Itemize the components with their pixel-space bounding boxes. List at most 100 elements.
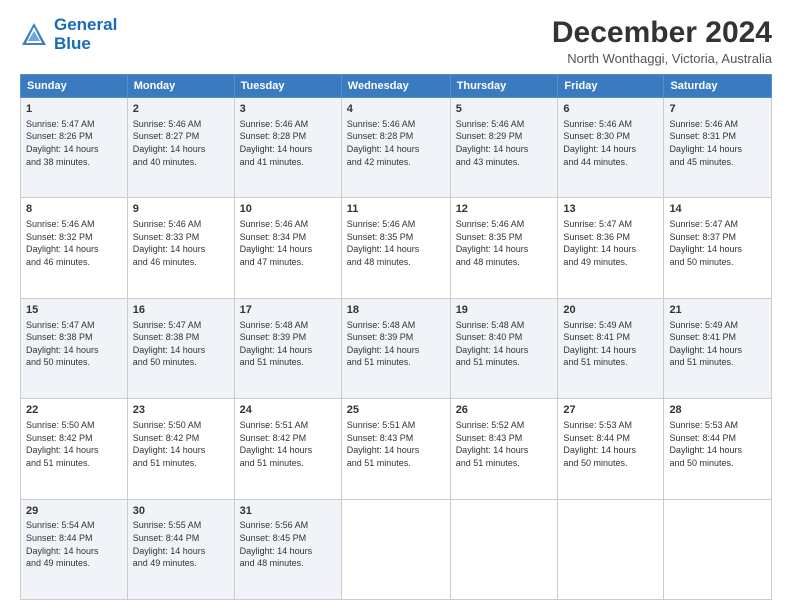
day-info: Sunrise: 5:46 AM Sunset: 8:31 PM Dayligh… xyxy=(669,118,766,168)
day-number: 19 xyxy=(456,303,553,318)
day-number: 27 xyxy=(563,403,658,418)
day-number: 30 xyxy=(133,504,229,519)
day-info: Sunrise: 5:55 AM Sunset: 8:44 PM Dayligh… xyxy=(133,519,229,569)
day-number: 29 xyxy=(26,504,122,519)
day-number: 8 xyxy=(26,202,122,217)
empty-cell xyxy=(341,499,450,599)
day-info: Sunrise: 5:46 AM Sunset: 8:27 PM Dayligh… xyxy=(133,118,229,168)
day-cell-2: 2Sunrise: 5:46 AM Sunset: 8:27 PM Daylig… xyxy=(127,98,234,198)
day-info: Sunrise: 5:47 AM Sunset: 8:37 PM Dayligh… xyxy=(669,218,766,268)
day-info: Sunrise: 5:50 AM Sunset: 8:42 PM Dayligh… xyxy=(26,419,122,469)
day-number: 26 xyxy=(456,403,553,418)
day-cell-22: 22Sunrise: 5:50 AM Sunset: 8:42 PM Dayli… xyxy=(21,399,128,499)
month-title: December 2024 xyxy=(552,16,772,49)
day-info: Sunrise: 5:49 AM Sunset: 8:41 PM Dayligh… xyxy=(669,319,766,369)
day-cell-12: 12Sunrise: 5:46 AM Sunset: 8:35 PM Dayli… xyxy=(450,198,558,298)
day-number: 17 xyxy=(240,303,336,318)
title-block: December 2024 North Wonthaggi, Victoria,… xyxy=(552,16,772,66)
day-number: 31 xyxy=(240,504,336,519)
col-header-saturday: Saturday xyxy=(664,75,772,98)
day-cell-25: 25Sunrise: 5:51 AM Sunset: 8:43 PM Dayli… xyxy=(341,399,450,499)
day-cell-21: 21Sunrise: 5:49 AM Sunset: 8:41 PM Dayli… xyxy=(664,298,772,398)
day-number: 6 xyxy=(563,102,658,117)
day-number: 15 xyxy=(26,303,122,318)
week-row-3: 15 Sunrise: 5:47 AM Sunset: 8:38 PM Dayli… xyxy=(21,298,772,398)
day-cell-20: 20Sunrise: 5:49 AM Sunset: 8:41 PM Dayli… xyxy=(558,298,664,398)
day-number: 1 xyxy=(26,102,122,117)
day-number: 13 xyxy=(563,202,658,217)
day-cell-26: 26Sunrise: 5:52 AM Sunset: 8:43 PM Dayli… xyxy=(450,399,558,499)
day-cell-16: 16Sunrise: 5:47 AM Sunset: 8:38 PM Dayli… xyxy=(127,298,234,398)
col-header-tuesday: Tuesday xyxy=(234,75,341,98)
week-row-2: 8Sunrise: 5:46 AM Sunset: 8:32 PM Daylig… xyxy=(21,198,772,298)
day-cell-18: 18Sunrise: 5:48 AM Sunset: 8:39 PM Dayli… xyxy=(341,298,450,398)
day-info: Sunrise: 5:56 AM Sunset: 8:45 PM Dayligh… xyxy=(240,519,336,569)
day-number: 25 xyxy=(347,403,445,418)
day-number: 24 xyxy=(240,403,336,418)
logo: General Blue xyxy=(20,16,117,53)
col-header-wednesday: Wednesday xyxy=(341,75,450,98)
day-cell-15: 15Sunrise: 5:47 AM Sunset: 8:38 PM Dayli… xyxy=(21,298,128,398)
day-cell-13: 13Sunrise: 5:47 AM Sunset: 8:36 PM Dayli… xyxy=(558,198,664,298)
day-cell-29: 29Sunrise: 5:54 AM Sunset: 8:44 PM Dayli… xyxy=(21,499,128,599)
day-cell-23: 23Sunrise: 5:50 AM Sunset: 8:42 PM Dayli… xyxy=(127,399,234,499)
page: General Blue December 2024 North Wonthag… xyxy=(0,0,792,612)
logo-blue: Blue xyxy=(54,35,117,54)
day-info: Sunrise: 5:46 AM Sunset: 8:33 PM Dayligh… xyxy=(133,218,229,268)
day-info: Sunrise: 5:51 AM Sunset: 8:42 PM Dayligh… xyxy=(240,419,336,469)
day-number: 4 xyxy=(347,102,445,117)
day-cell-7: 7Sunrise: 5:46 AM Sunset: 8:31 PM Daylig… xyxy=(664,98,772,198)
day-number: 11 xyxy=(347,202,445,217)
day-cell-5: 5Sunrise: 5:46 AM Sunset: 8:29 PM Daylig… xyxy=(450,98,558,198)
logo-icon xyxy=(20,21,48,49)
day-info: Sunrise: 5:46 AM Sunset: 8:28 PM Dayligh… xyxy=(240,118,336,168)
day-info: Sunrise: 5:54 AM Sunset: 8:44 PM Dayligh… xyxy=(26,519,122,569)
day-number: 18 xyxy=(347,303,445,318)
col-header-monday: Monday xyxy=(127,75,234,98)
day-cell-11: 11Sunrise: 5:46 AM Sunset: 8:35 PM Dayli… xyxy=(341,198,450,298)
day-cell-19: 19Sunrise: 5:48 AM Sunset: 8:40 PM Dayli… xyxy=(450,298,558,398)
day-cell-10: 10Sunrise: 5:46 AM Sunset: 8:34 PM Dayli… xyxy=(234,198,341,298)
day-info: Sunrise: 5:46 AM Sunset: 8:30 PM Dayligh… xyxy=(563,118,658,168)
empty-cell xyxy=(450,499,558,599)
day-info: Sunrise: 5:46 AM Sunset: 8:34 PM Dayligh… xyxy=(240,218,336,268)
day-cell-4: 4Sunrise: 5:46 AM Sunset: 8:28 PM Daylig… xyxy=(341,98,450,198)
day-info: Sunrise: 5:46 AM Sunset: 8:32 PM Dayligh… xyxy=(26,218,122,268)
week-row-1: 1Sunrise: 5:47 AM Sunset: 8:26 PM Daylig… xyxy=(21,98,772,198)
day-info: Sunrise: 5:48 AM Sunset: 8:39 PM Dayligh… xyxy=(347,319,445,369)
day-cell-6: 6Sunrise: 5:46 AM Sunset: 8:30 PM Daylig… xyxy=(558,98,664,198)
day-number: 28 xyxy=(669,403,766,418)
day-cell-14: 14Sunrise: 5:47 AM Sunset: 8:37 PM Dayli… xyxy=(664,198,772,298)
day-cell-28: 28Sunrise: 5:53 AM Sunset: 8:44 PM Dayli… xyxy=(664,399,772,499)
day-number: 23 xyxy=(133,403,229,418)
day-info: Sunrise: 5:47 AM Sunset: 8:38 PM Dayligh… xyxy=(133,319,229,369)
logo-text: General Blue xyxy=(54,16,117,53)
day-number: 3 xyxy=(240,102,336,117)
week-row-4: 22Sunrise: 5:50 AM Sunset: 8:42 PM Dayli… xyxy=(21,399,772,499)
day-cell-24: 24Sunrise: 5:51 AM Sunset: 8:42 PM Dayli… xyxy=(234,399,341,499)
day-cell-3: 3Sunrise: 5:46 AM Sunset: 8:28 PM Daylig… xyxy=(234,98,341,198)
calendar-table: SundayMondayTuesdayWednesdayThursdayFrid… xyxy=(20,74,772,600)
day-cell-1: 1Sunrise: 5:47 AM Sunset: 8:26 PM Daylig… xyxy=(21,98,128,198)
day-number: 16 xyxy=(133,303,229,318)
day-info: Sunrise: 5:53 AM Sunset: 8:44 PM Dayligh… xyxy=(669,419,766,469)
day-info: Sunrise: 5:47 AM Sunset: 8:36 PM Dayligh… xyxy=(563,218,658,268)
subtitle: North Wonthaggi, Victoria, Australia xyxy=(552,51,772,66)
day-info: Sunrise: 5:53 AM Sunset: 8:44 PM Dayligh… xyxy=(563,419,658,469)
week-row-5: 29Sunrise: 5:54 AM Sunset: 8:44 PM Dayli… xyxy=(21,499,772,599)
day-number: 21 xyxy=(669,303,766,318)
day-info: Sunrise: 5:48 AM Sunset: 8:39 PM Dayligh… xyxy=(240,319,336,369)
day-number: 2 xyxy=(133,102,229,117)
empty-cell xyxy=(558,499,664,599)
day-number: 7 xyxy=(669,102,766,117)
day-number: 9 xyxy=(133,202,229,217)
day-cell-17: 17Sunrise: 5:48 AM Sunset: 8:39 PM Dayli… xyxy=(234,298,341,398)
day-number: 5 xyxy=(456,102,553,117)
day-number: 10 xyxy=(240,202,336,217)
day-cell-27: 27Sunrise: 5:53 AM Sunset: 8:44 PM Dayli… xyxy=(558,399,664,499)
col-header-thursday: Thursday xyxy=(450,75,558,98)
day-number: 14 xyxy=(669,202,766,217)
day-info: Sunrise: 5:46 AM Sunset: 8:28 PM Dayligh… xyxy=(347,118,445,168)
day-cell-31: 31Sunrise: 5:56 AM Sunset: 8:45 PM Dayli… xyxy=(234,499,341,599)
day-info: Sunrise: 5:50 AM Sunset: 8:42 PM Dayligh… xyxy=(133,419,229,469)
